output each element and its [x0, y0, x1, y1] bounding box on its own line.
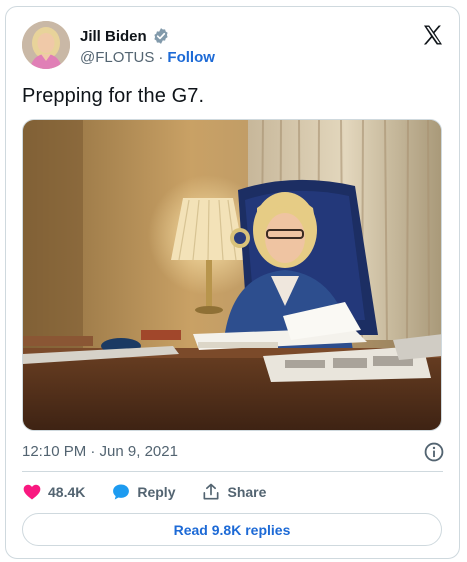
action-bar: 48.4K Reply Share [22, 481, 292, 503]
share-label: Share [227, 484, 267, 500]
handle-separator: · [158, 49, 164, 66]
author-name-row: Jill Biden [80, 25, 170, 47]
reply-button[interactable]: Reply [111, 482, 175, 502]
avatar-image [22, 21, 70, 69]
author-name[interactable]: Jill Biden [80, 28, 147, 45]
tweet-card: Jill Biden @FLOTUS · Follow Prepping for… [5, 6, 460, 559]
verified-badge-icon [152, 27, 170, 45]
avatar[interactable] [22, 21, 70, 69]
author-handle-row: @FLOTUS · Follow [80, 49, 215, 66]
share-button[interactable]: Share [201, 482, 266, 502]
tweet-text: Prepping for the G7. [22, 85, 205, 107]
like-button[interactable]: 48.4K [22, 482, 85, 502]
divider [22, 471, 443, 472]
tweet-photo[interactable] [22, 119, 442, 431]
photo-image [23, 120, 441, 430]
read-replies-button[interactable]: Read 9.8K replies [22, 513, 442, 546]
follow-button[interactable]: Follow [167, 49, 215, 66]
info-icon[interactable] [423, 441, 445, 463]
like-count: 48.4K [48, 484, 86, 500]
share-upload-icon [203, 483, 219, 500]
tweet-timestamp[interactable]: 12:10 PM · Jun 9, 2021 [22, 443, 178, 460]
reply-label: Reply [137, 484, 176, 500]
x-logo-icon[interactable] [421, 23, 445, 47]
author-handle[interactable]: @FLOTUS [80, 49, 154, 66]
speech-bubble-icon [113, 484, 130, 500]
heart-icon [23, 484, 41, 500]
